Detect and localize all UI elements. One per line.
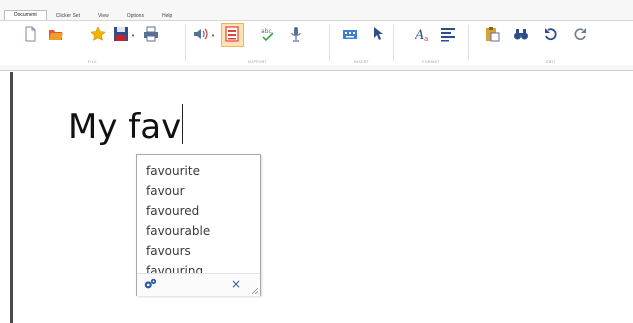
redo-icon[interactable] [572, 26, 588, 42]
pointer-icon[interactable] [369, 26, 385, 42]
resize-grip-icon[interactable] [252, 288, 258, 294]
find-icon[interactable] [513, 26, 529, 42]
group-file: • FILE [0, 21, 185, 65]
keyboard-icon[interactable] [342, 26, 358, 42]
spell-check-icon[interactable]: abc [260, 26, 276, 42]
document-margin-bar [10, 72, 13, 323]
group-label-edit: EDIT [545, 60, 557, 64]
save-dropdown-arrow[interactable]: • [131, 32, 135, 40]
ribbon-tabs: Document Clicker Set View Options Help [0, 10, 633, 20]
speech-dropdown-arrow[interactable]: • [211, 32, 215, 40]
tab-help[interactable]: Help [153, 12, 181, 20]
microphone-icon[interactable] [288, 26, 304, 42]
group-label-insert: INSERT [353, 60, 370, 64]
prediction-item[interactable]: favours [146, 241, 191, 261]
popup-footer: × [137, 273, 260, 296]
word-prediction-popup: favourite favour favoured favourable fav… [136, 154, 261, 296]
favourite-star-icon[interactable] [90, 26, 106, 42]
prediction-item[interactable]: favourable [146, 221, 210, 241]
prediction-item[interactable]: favourite [146, 161, 200, 181]
toolbar: • FILE • abc SUPPORT INSERT A a FORMAT E… [0, 20, 633, 65]
save-icon[interactable] [113, 26, 129, 42]
group-support: • abc SUPPORT [186, 21, 329, 65]
document-text[interactable]: My fav [68, 100, 184, 154]
document-text-content: My fav [68, 107, 182, 147]
open-folder-icon[interactable] [48, 26, 64, 42]
speech-icon[interactable] [192, 26, 208, 42]
group-label-support: SUPPORT [247, 60, 268, 64]
align-icon[interactable] [440, 26, 456, 42]
close-button[interactable]: × [229, 277, 243, 291]
settings-icon[interactable] [143, 277, 157, 291]
tab-document[interactable]: Document [4, 10, 47, 20]
new-document-icon[interactable] [22, 26, 38, 42]
prediction-item[interactable]: favoured [146, 201, 199, 221]
paste-icon[interactable] [484, 26, 500, 42]
svg-text:A: A [415, 28, 424, 42]
tab-clicker-set[interactable]: Clicker Set [47, 12, 89, 20]
group-insert: INSERT [330, 21, 393, 65]
tab-view[interactable]: View [89, 12, 118, 20]
font-icon[interactable]: Aa [415, 26, 431, 42]
tab-options[interactable]: Options [118, 12, 153, 20]
prediction-item[interactable]: favour [146, 181, 185, 201]
group-edit: EDIT [469, 21, 633, 65]
group-label-file: FILE [87, 60, 98, 64]
print-icon[interactable] [143, 26, 159, 42]
undo-icon[interactable] [543, 26, 559, 42]
ribbon: Document Clicker Set View Options Help • [0, 0, 633, 71]
prediction-icon[interactable] [224, 26, 240, 42]
group-format: Aa FORMAT [394, 21, 468, 65]
svg-text:a: a [424, 35, 428, 42]
group-label-format: FORMAT [422, 60, 440, 64]
text-caret [182, 104, 184, 144]
svg-text:abc: abc [261, 28, 272, 35]
